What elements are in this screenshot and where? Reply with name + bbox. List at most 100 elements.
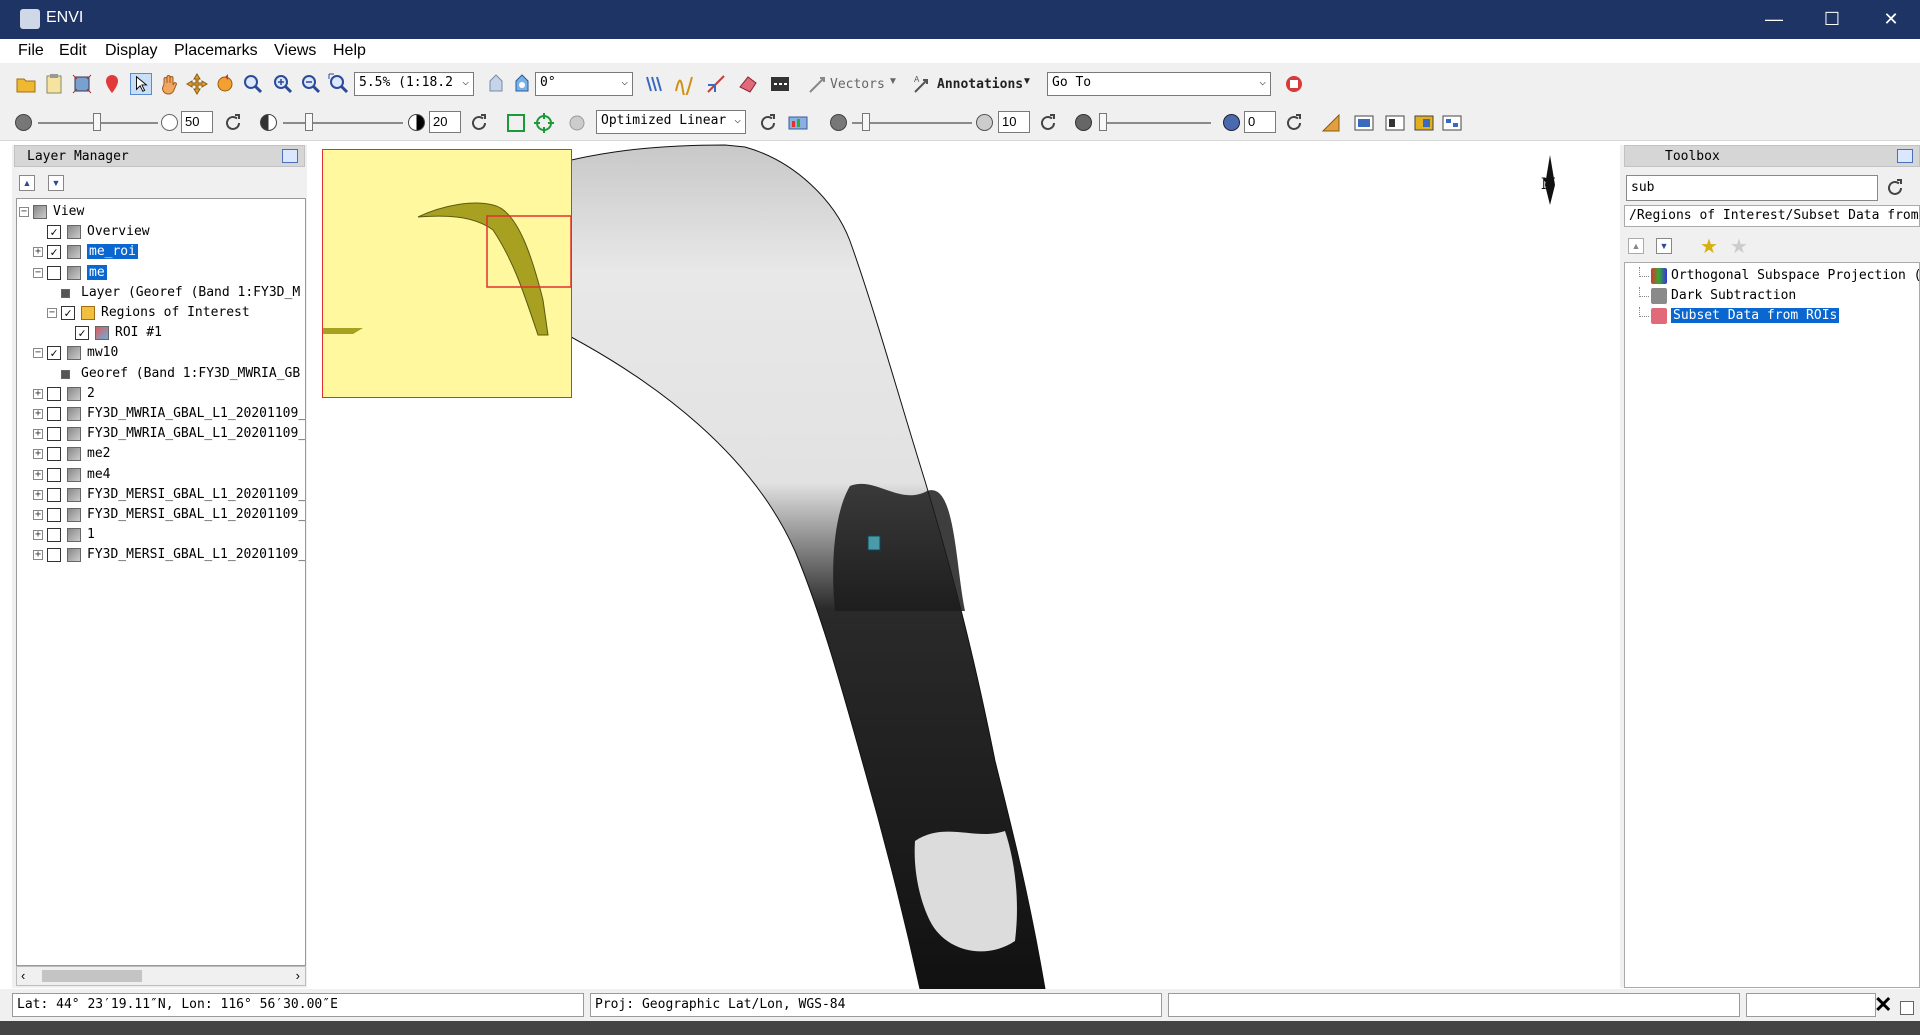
layer-visibility-checkbox[interactable] bbox=[47, 548, 61, 563]
layer-tree-item[interactable]: − View bbox=[17, 203, 305, 221]
crosshair-icon[interactable] bbox=[643, 73, 665, 95]
sharpen-slider-thumb[interactable] bbox=[862, 113, 870, 131]
collapse-all-icon[interactable]: ▲ bbox=[1628, 238, 1644, 254]
roi-tool-icon[interactable] bbox=[737, 73, 759, 95]
stretch-full-icon[interactable] bbox=[533, 112, 555, 134]
layer-tree-item[interactable]: − me bbox=[17, 264, 305, 282]
brightness-input[interactable]: 50 bbox=[181, 111, 213, 133]
placemark-icon[interactable] bbox=[101, 73, 123, 95]
expand-all-icon[interactable]: ▼ bbox=[48, 175, 64, 191]
favorite-star-icon[interactable]: ★ bbox=[1700, 234, 1718, 259]
vectors-label[interactable]: Vectors bbox=[830, 77, 885, 92]
layer-visibility-checkbox[interactable]: ✓ bbox=[61, 306, 75, 320]
rotate-north-icon[interactable] bbox=[485, 73, 507, 95]
chip-view-icon[interactable] bbox=[71, 73, 93, 95]
rotate-icon[interactable] bbox=[214, 73, 236, 95]
expand-icon[interactable]: + bbox=[33, 388, 43, 399]
layer-visibility-checkbox[interactable]: ✓ bbox=[47, 245, 61, 260]
pin-panel-icon[interactable] bbox=[282, 149, 298, 163]
layer-visibility-checkbox[interactable] bbox=[47, 265, 61, 280]
contrast-slider[interactable] bbox=[283, 122, 403, 124]
layer-tree-item[interactable]: +1 bbox=[17, 526, 305, 544]
transparency-input[interactable]: 0 bbox=[1244, 111, 1276, 133]
collapse-icon[interactable]: − bbox=[33, 267, 43, 278]
collapse-icon[interactable]: − bbox=[33, 348, 43, 359]
histogram-icon[interactable] bbox=[787, 112, 809, 134]
annotations-icon[interactable]: A bbox=[912, 73, 934, 95]
goto-combo[interactable]: Go To ⌵ bbox=[1047, 72, 1271, 96]
layer-visibility-checkbox[interactable] bbox=[47, 528, 61, 543]
layer-tree-item[interactable]: + me4 bbox=[17, 466, 305, 484]
contrast-input[interactable]: 20 bbox=[429, 111, 461, 133]
reset-transparency-icon[interactable] bbox=[1283, 112, 1305, 134]
menu-help[interactable]: Help bbox=[333, 42, 366, 60]
data-manager-icon[interactable] bbox=[43, 73, 65, 95]
menu-views[interactable]: Views bbox=[274, 42, 316, 60]
layer-visibility-checkbox[interactable] bbox=[47, 467, 61, 482]
layer-tree-item[interactable]: − ✓ mw10 bbox=[17, 344, 305, 362]
brightness-slider-thumb[interactable] bbox=[93, 113, 101, 131]
collapse-icon[interactable]: − bbox=[47, 308, 57, 318]
layer-tree-item[interactable]: ✓ Overview bbox=[17, 223, 305, 241]
layer-visibility-checkbox[interactable]: ✓ bbox=[75, 326, 89, 341]
sharpen-slider[interactable] bbox=[852, 122, 972, 124]
layer-tree-item[interactable]: Layer (Georef (Band 1:FY3D_M bbox=[17, 284, 305, 302]
minimize-icon[interactable]: — bbox=[1745, 0, 1803, 39]
layer-visibility-checkbox[interactable] bbox=[47, 386, 61, 401]
pin-panel-icon[interactable] bbox=[1897, 149, 1913, 163]
view-pixel-icon[interactable] bbox=[1441, 112, 1463, 134]
transparency-slider-thumb[interactable] bbox=[1099, 113, 1107, 131]
toolbox-item[interactable]: Subset Data from ROIs bbox=[1625, 307, 1920, 325]
menu-edit[interactable]: Edit bbox=[59, 42, 87, 60]
maximize-icon[interactable]: ☐ bbox=[1803, 0, 1861, 39]
portal-icon[interactable] bbox=[1320, 112, 1342, 134]
layer-tree-item[interactable]: − ✓ Regions of Interest bbox=[17, 304, 305, 322]
layer-tree-item[interactable]: ✓ ROI #1 bbox=[17, 324, 305, 342]
close-process-icon[interactable]: ✕ bbox=[1874, 992, 1892, 1018]
expand-icon[interactable]: + bbox=[33, 429, 43, 440]
scroll-left-icon[interactable]: ‹ bbox=[21, 968, 25, 983]
expand-icon[interactable]: + bbox=[33, 449, 43, 460]
layer-visibility-checkbox[interactable] bbox=[47, 508, 61, 522]
roi-marker[interactable] bbox=[867, 535, 881, 551]
refresh-icon[interactable] bbox=[1884, 177, 1906, 199]
vectors-icon[interactable] bbox=[807, 73, 829, 95]
layer-tree-item[interactable]: + FY3D_MERSI_GBAL_L1_20201109_ bbox=[17, 506, 305, 524]
toolbox-item[interactable]: Dark Subtraction bbox=[1625, 287, 1920, 305]
zoom-full-icon[interactable] bbox=[328, 73, 350, 95]
menu-display[interactable]: Display bbox=[105, 42, 157, 60]
layer-visibility-checkbox[interactable] bbox=[47, 447, 61, 462]
layer-tree-item[interactable]: +2 bbox=[17, 385, 305, 403]
layer-tree-item[interactable]: + me2 bbox=[17, 445, 305, 463]
expand-all-icon[interactable]: ▼ bbox=[1656, 238, 1672, 254]
resize-grip-icon[interactable] bbox=[1900, 1001, 1914, 1015]
rotation-combo[interactable]: 0° ⌵ bbox=[535, 72, 633, 96]
layer-tree-item[interactable]: Georef (Band 1:FY3D_MWRIA_GB bbox=[17, 365, 305, 383]
annotations-label[interactable]: Annotations bbox=[937, 77, 1023, 92]
toolbox-search-input[interactable]: sub bbox=[1626, 175, 1878, 201]
expand-icon[interactable]: + bbox=[33, 510, 43, 520]
contrast-slider-thumb[interactable] bbox=[305, 113, 313, 131]
layer-tree-item[interactable]: + ✓ me_roi bbox=[17, 243, 305, 261]
zoom-in-icon[interactable] bbox=[272, 73, 294, 95]
layer-visibility-checkbox[interactable] bbox=[47, 407, 61, 421]
menu-placemarks[interactable]: Placemarks bbox=[174, 42, 258, 60]
reset-brightness-icon[interactable] bbox=[222, 112, 244, 134]
expand-icon[interactable]: + bbox=[33, 530, 43, 541]
scrollbar-thumb[interactable] bbox=[42, 970, 142, 982]
sharpen-input[interactable]: 10 bbox=[998, 111, 1030, 133]
layer-visibility-checkbox[interactable] bbox=[47, 487, 61, 502]
transparency-slider[interactable] bbox=[1099, 122, 1211, 124]
spectral-profile-icon[interactable] bbox=[673, 73, 695, 95]
stretch-combo[interactable]: Optimized Linear ⌵ bbox=[596, 110, 746, 134]
select-cursor-icon[interactable] bbox=[130, 73, 152, 95]
reset-contrast-icon[interactable] bbox=[468, 112, 490, 134]
refresh-stretch-icon[interactable] bbox=[757, 112, 779, 134]
reset-sharpen-icon[interactable] bbox=[1037, 112, 1059, 134]
zoom-out-icon[interactable] bbox=[300, 73, 322, 95]
view-blend-icon[interactable] bbox=[1353, 112, 1375, 134]
stretch-reset-icon[interactable] bbox=[566, 112, 588, 134]
expand-icon[interactable]: + bbox=[33, 469, 43, 480]
layer-tree-item[interactable]: + FY3D_MERSI_GBAL_L1_20201109_ bbox=[17, 546, 305, 564]
layer-tree-item[interactable]: + FY3D_MWRIA_GBAL_L1_20201109_ bbox=[17, 405, 305, 423]
